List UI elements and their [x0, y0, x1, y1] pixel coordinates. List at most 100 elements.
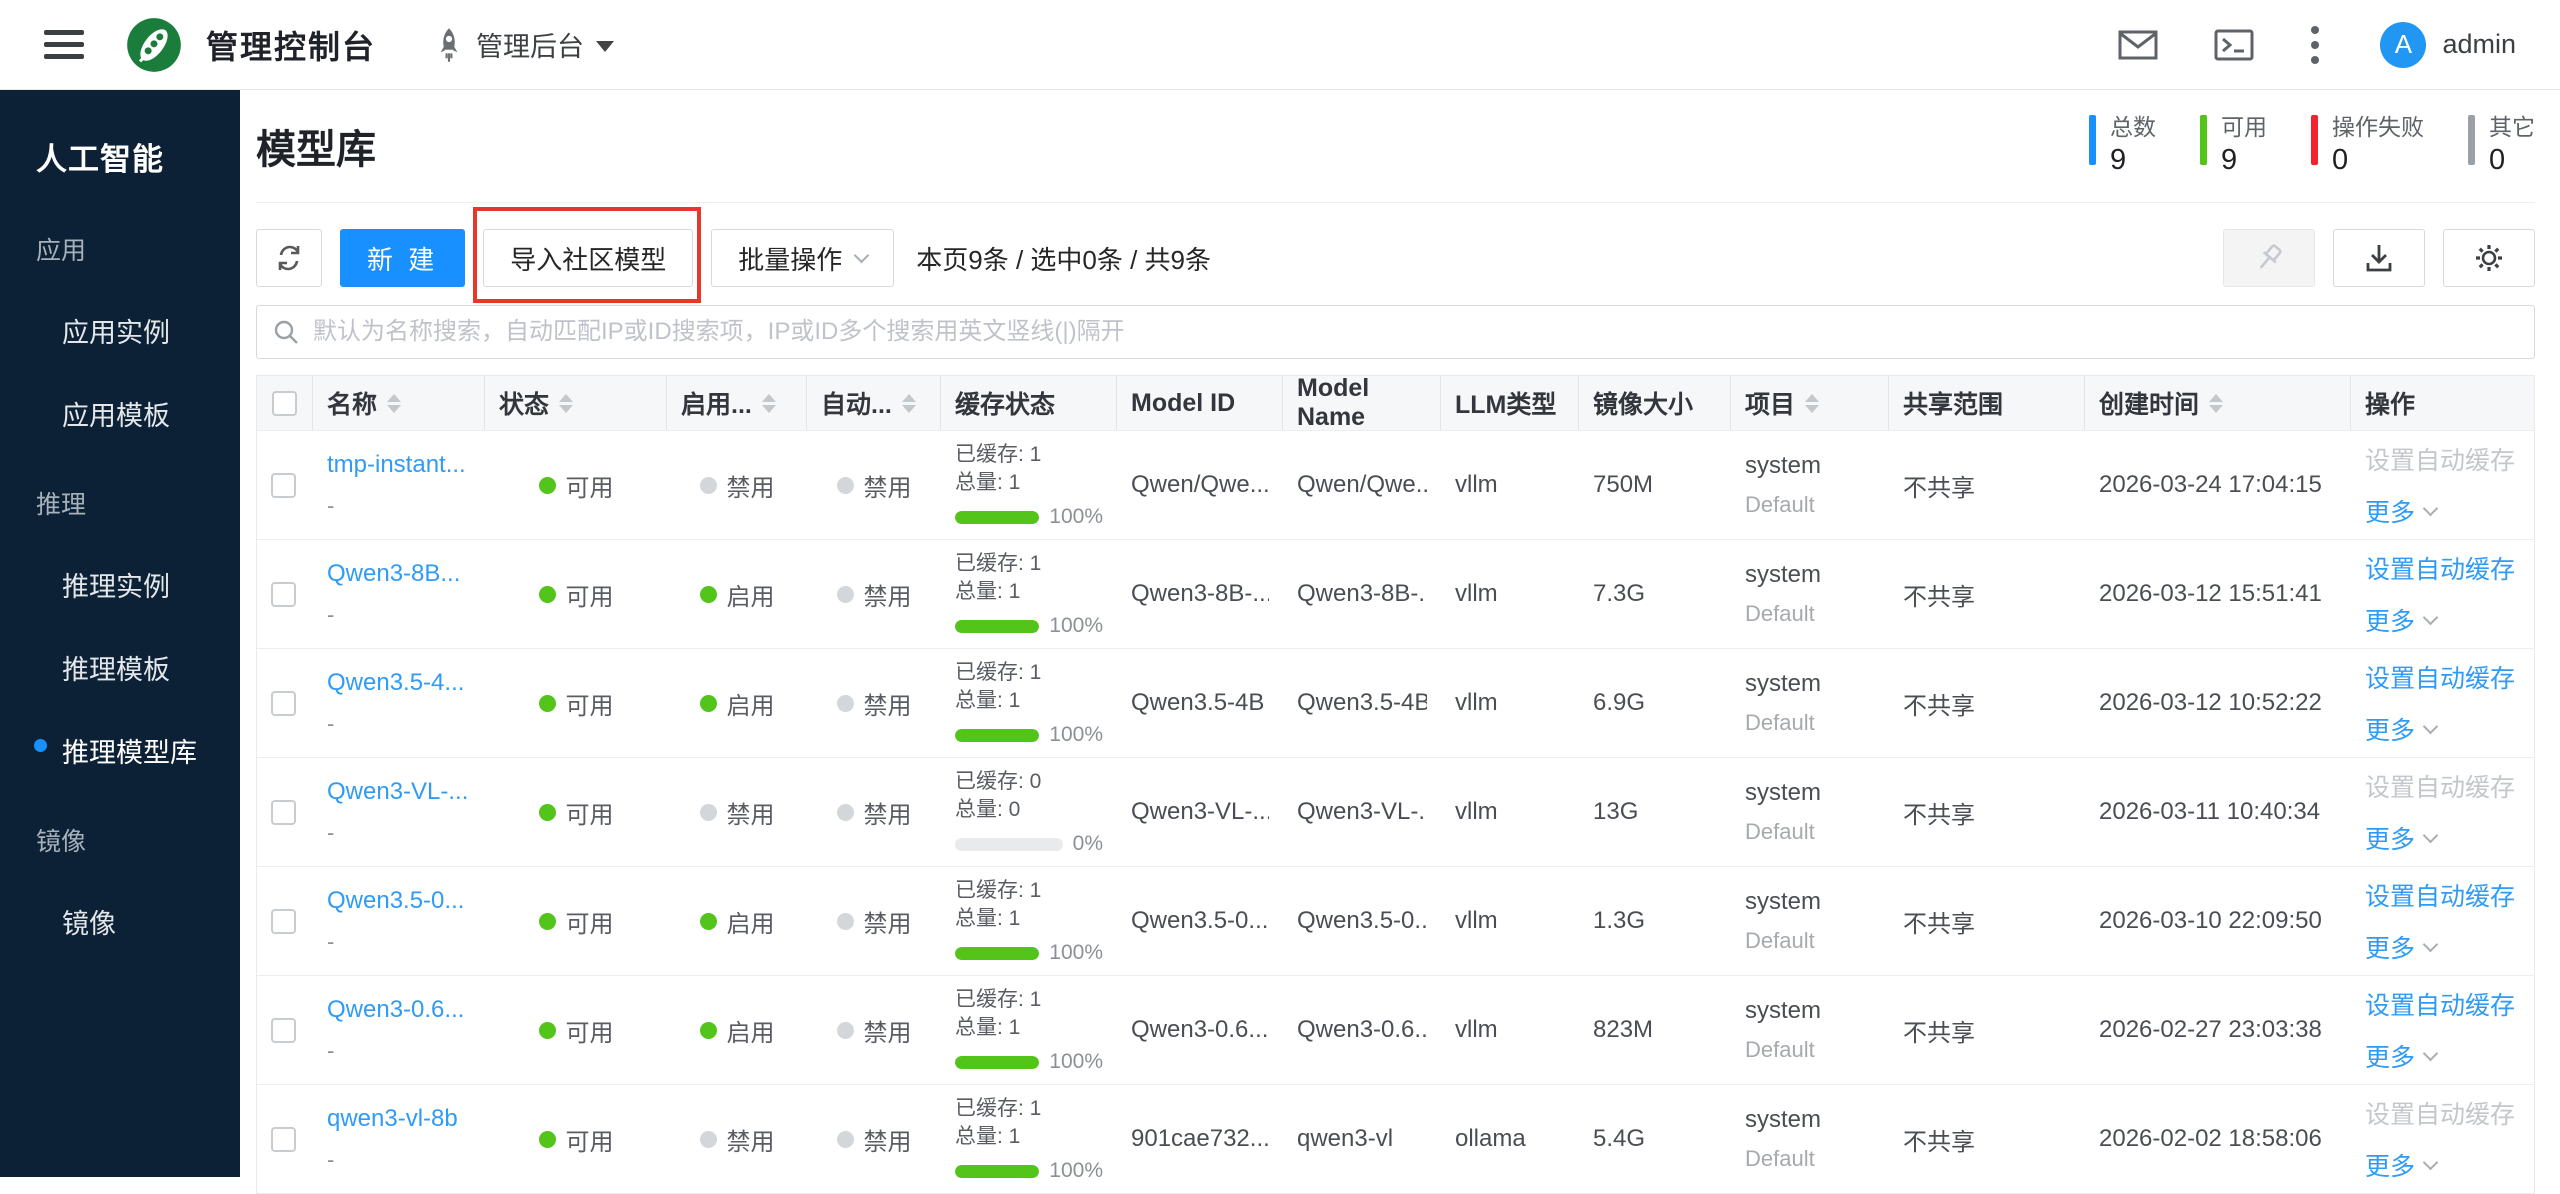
sidebar-item-inference-model-library[interactable]: 推理模型库 — [0, 687, 240, 770]
sort-icon[interactable] — [1805, 394, 1819, 413]
cell-created-time: 2026-03-10 22:09:50 — [2085, 867, 2351, 975]
status-dot-icon — [539, 804, 556, 821]
more-link[interactable]: 更多 — [2365, 929, 2520, 965]
sidebar-item-app-instances[interactable]: 应用实例 — [0, 267, 240, 350]
cell-status: 可用 — [485, 758, 667, 866]
set-auto-cache-link[interactable]: 设置自动缓存 — [2365, 768, 2520, 804]
download-button[interactable] — [2333, 229, 2425, 287]
set-auto-cache-link[interactable]: 设置自动缓存 — [2365, 659, 2520, 695]
username: admin — [2442, 29, 2516, 60]
more-link[interactable]: 更多 — [2365, 1038, 2520, 1074]
sidebar-item-app-templates[interactable]: 应用模板 — [0, 350, 240, 433]
search-input[interactable] — [311, 317, 2518, 347]
column-header-2[interactable]: 状态 — [485, 376, 667, 430]
stat-value: 9 — [2221, 144, 2267, 177]
mail-icon[interactable] — [2118, 30, 2158, 60]
sidebar-item-images[interactable]: 镜像 — [0, 858, 240, 941]
cache-progress-bar: 100% — [955, 614, 1103, 638]
sort-icon[interactable] — [559, 394, 573, 413]
rocket-icon — [434, 27, 464, 63]
row-checkbox[interactable] — [271, 909, 296, 934]
refresh-button[interactable] — [256, 229, 322, 287]
table-row: Qwen3-VL-...-可用禁用禁用已缓存: 0总量: 00%Qwen3-VL… — [257, 757, 2534, 866]
menu-icon[interactable] — [44, 30, 84, 59]
column-header-1[interactable]: 名称 — [313, 376, 485, 430]
cell-llm-type: vllm — [1441, 976, 1579, 1084]
sidebar-group-apps[interactable]: 应用 — [0, 179, 240, 267]
row-checkbox[interactable] — [271, 473, 296, 498]
batch-actions-button[interactable]: 批量操作 — [711, 229, 894, 287]
value-text: 7.3G — [1593, 580, 1717, 608]
more-link[interactable]: 更多 — [2365, 1147, 2520, 1183]
workspace-switcher[interactable]: 管理后台 — [434, 25, 614, 64]
value-text: vllm — [1455, 689, 1565, 717]
value-text: 2026-02-02 18:58:06 — [2099, 1125, 2337, 1153]
model-name-link[interactable]: tmp-instant... — [327, 451, 471, 479]
value-text: qwen3-vl — [1297, 1125, 1427, 1153]
value-text: 不共享 — [1903, 795, 2071, 830]
more-link[interactable]: 更多 — [2365, 711, 2520, 747]
avatar[interactable]: A — [2380, 22, 2426, 68]
model-name-link[interactable]: Qwen3-8B... — [327, 560, 471, 588]
more-link[interactable]: 更多 — [2365, 493, 2520, 529]
sort-icon[interactable] — [902, 394, 916, 413]
sidebar-group-inference[interactable]: 推理 — [0, 433, 240, 521]
cell-created-time: 2026-02-27 23:03:38 — [2085, 976, 2351, 1084]
cell-created-time: 2026-03-11 10:40:34 — [2085, 758, 2351, 866]
more-label: 更多 — [2365, 820, 2415, 856]
kebab-menu-icon[interactable] — [2310, 25, 2320, 65]
more-link[interactable]: 更多 — [2365, 820, 2520, 856]
column-header-10[interactable]: 项目 — [1731, 376, 1889, 430]
more-link[interactable]: 更多 — [2365, 602, 2520, 638]
cell-auto-update: 禁用 — [807, 867, 941, 975]
column-label: 操作 — [2365, 385, 2415, 421]
import-community-model-button[interactable]: 导入社区模型 — [483, 229, 693, 287]
terminal-icon[interactable] — [2214, 29, 2254, 61]
cell-llm-type: vllm — [1441, 649, 1579, 757]
model-name-link[interactable]: Qwen3.5-0... — [327, 887, 471, 915]
model-name-link[interactable]: Qwen3.5-4... — [327, 669, 471, 697]
status-dot-icon — [837, 477, 854, 494]
app-title: 管理控制台 — [206, 22, 376, 68]
status-label: 启用 — [727, 577, 775, 612]
select-all-checkbox-cell — [257, 376, 313, 430]
column-header-3[interactable]: 启用... — [667, 376, 807, 430]
sort-icon[interactable] — [2209, 394, 2223, 413]
row-checkbox[interactable] — [271, 1127, 296, 1152]
cell-image-size: 1.3G — [1579, 867, 1731, 975]
cell-model-id: Qwen3.5-4B — [1117, 649, 1283, 757]
set-auto-cache-link[interactable]: 设置自动缓存 — [2365, 877, 2520, 913]
sidebar-group-images[interactable]: 镜像 — [0, 770, 240, 858]
pin-button[interactable] — [2223, 229, 2315, 287]
select-all-checkbox[interactable] — [272, 391, 297, 416]
set-auto-cache-link[interactable]: 设置自动缓存 — [2365, 550, 2520, 586]
row-checkbox[interactable] — [271, 1018, 296, 1043]
sidebar-item-inference-templates[interactable]: 推理模板 — [0, 604, 240, 687]
status-label: 禁用 — [864, 795, 912, 830]
column-header-4[interactable]: 自动... — [807, 376, 941, 430]
model-name-link[interactable]: Qwen3-0.6... — [327, 996, 471, 1024]
row-checkbox[interactable] — [271, 582, 296, 607]
settings-button[interactable] — [2443, 229, 2535, 287]
set-auto-cache-link[interactable]: 设置自动缓存 — [2365, 1095, 2520, 1131]
model-name-link[interactable]: qwen3-vl-8b — [327, 1105, 471, 1133]
project-sub: Default — [1745, 492, 1875, 518]
set-auto-cache-link[interactable]: 设置自动缓存 — [2365, 986, 2520, 1022]
set-auto-cache-link[interactable]: 设置自动缓存 — [2365, 441, 2520, 477]
row-checkbox[interactable] — [271, 691, 296, 716]
page-title: 模型库 — [256, 117, 376, 175]
chevron-down-icon — [854, 247, 870, 263]
value-text: Qwen/Qwe... — [1297, 471, 1427, 499]
sort-icon[interactable] — [387, 394, 401, 413]
stat-bar-other — [2468, 115, 2475, 165]
column-header-12[interactable]: 创建时间 — [2085, 376, 2351, 430]
value-text: 不共享 — [1903, 904, 2071, 939]
create-button[interactable]: 新 建 — [340, 229, 465, 287]
sort-icon[interactable] — [762, 394, 776, 413]
row-checkbox[interactable] — [271, 800, 296, 825]
sidebar-item-inference-instances[interactable]: 推理实例 — [0, 521, 240, 604]
value-text: 不共享 — [1903, 1122, 2071, 1157]
cell-project: systemDefault — [1731, 758, 1889, 866]
sort-down-icon — [762, 405, 776, 413]
model-name-link[interactable]: Qwen3-VL-... — [327, 778, 471, 806]
